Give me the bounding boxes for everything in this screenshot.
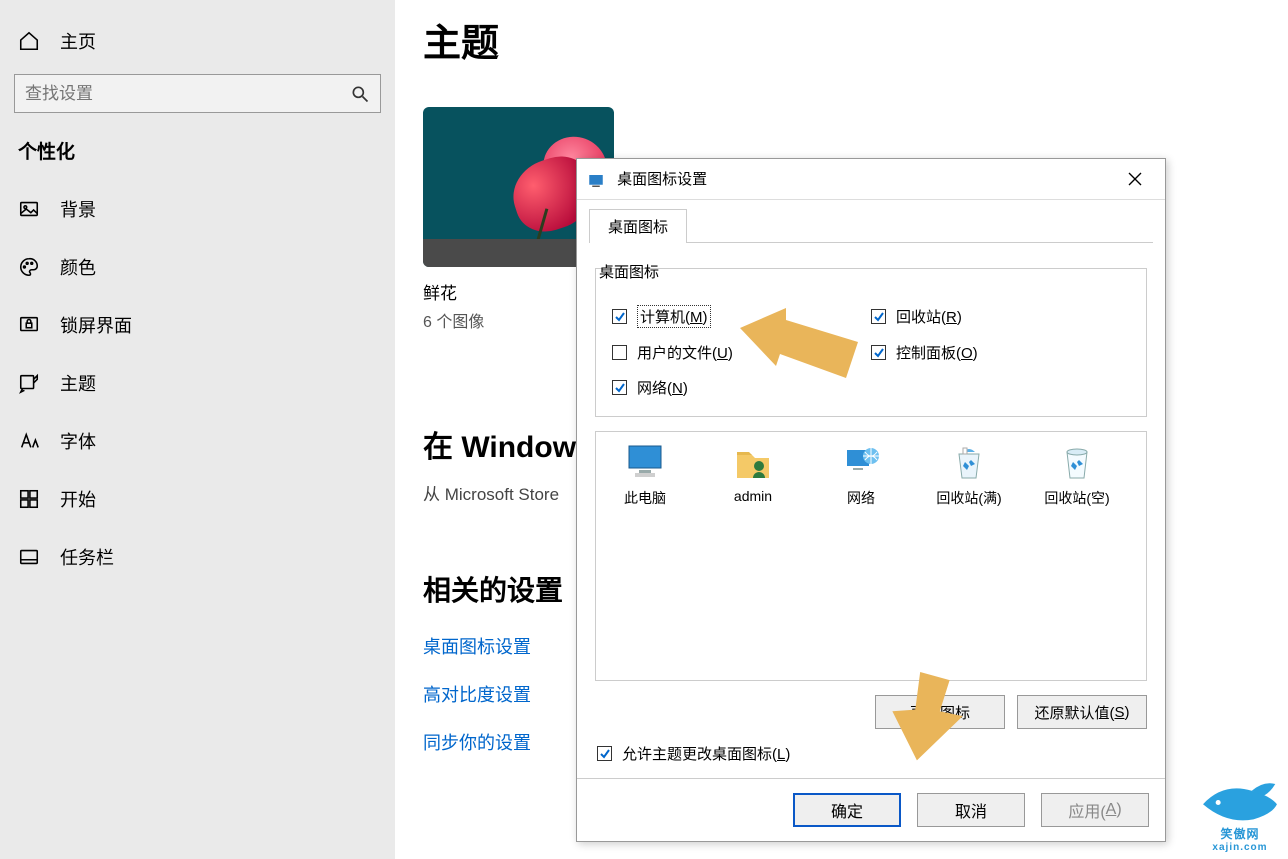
sidebar-item-start[interactable]: 开始 <box>0 470 395 528</box>
dialog-icon <box>587 172 605 190</box>
checkbox-icon <box>871 309 886 324</box>
sidebar-item-lockscreen[interactable]: 锁屏界面 <box>0 296 395 354</box>
recycle-bin-full-icon <box>949 444 989 482</box>
section-title: 个性化 <box>0 133 395 180</box>
icon-preview-grid: 此电脑 admin 网络 回收站(满) 回收站(空) <box>595 431 1147 681</box>
desktop-icons-checkgroup: 计算机(M) 回收站(R) 用户的文件(U) 控制面板(O) 网络(N) <box>595 268 1147 417</box>
icon-network[interactable]: 网络 <box>824 444 898 508</box>
search-box[interactable] <box>14 74 381 113</box>
check-control-panel[interactable]: 控制面板(O) <box>871 342 1130 363</box>
sidebar-item-taskbar[interactable]: 任务栏 <box>0 528 395 586</box>
palette-icon <box>18 256 40 278</box>
page-title: 主题 <box>423 12 1253 67</box>
check-recycle-bin[interactable]: 回收站(R) <box>871 305 1130 328</box>
sidebar-item-themes[interactable]: 主题 <box>0 354 395 412</box>
icon-label: 回收站(满) <box>936 488 1001 508</box>
sidebar-item-fonts[interactable]: 字体 <box>0 412 395 470</box>
watermark-url: xajin.com <box>1212 842 1267 853</box>
watermark-brand: 笑傲网 <box>1220 825 1259 842</box>
icon-user-folder[interactable]: admin <box>716 444 790 504</box>
checkbox-icon <box>871 345 886 360</box>
search-container <box>14 74 381 113</box>
check-label: 回收站( <box>896 309 946 326</box>
dialog-footer: 确定 取消 应用(A) <box>577 778 1165 841</box>
icon-recycle-full[interactable]: 回收站(满) <box>932 444 1006 508</box>
picture-icon <box>18 198 40 220</box>
icon-label: admin <box>734 488 772 504</box>
watermark-icon <box>1198 779 1282 825</box>
dialog-titlebar[interactable]: 桌面图标设置 <box>577 159 1165 200</box>
computer-icon <box>625 444 665 482</box>
annotation-arrow-down <box>870 672 990 767</box>
checkbox-icon <box>612 309 627 324</box>
dialog-tabs: 桌面图标 <box>589 208 1153 243</box>
check-label: 计算机( <box>640 309 690 326</box>
check-label: 网络( <box>637 380 672 397</box>
user-folder-icon <box>733 444 773 482</box>
taskbar-icon <box>18 546 40 568</box>
search-input[interactable] <box>25 84 350 104</box>
dialog-title-text: 桌面图标设置 <box>617 171 707 188</box>
tab-desktop-icons[interactable]: 桌面图标 <box>589 209 687 243</box>
checkbox-icon <box>612 380 627 395</box>
icon-recycle-empty[interactable]: 回收站(空) <box>1040 444 1114 508</box>
checkbox-icon <box>597 746 612 761</box>
theme-icon <box>18 372 40 394</box>
network-icon <box>841 444 881 482</box>
sidebar-item-label: 任务栏 <box>60 544 114 570</box>
check-label: 允许主题更改桌面图标( <box>622 746 777 763</box>
sidebar-home[interactable]: 主页 <box>0 18 395 64</box>
sidebar-item-label: 开始 <box>60 486 96 512</box>
font-icon <box>18 430 40 452</box>
icon-label: 网络 <box>847 488 875 508</box>
annotation-arrow-left <box>740 300 860 395</box>
checkbox-icon <box>612 345 627 360</box>
check-label: 用户的文件( <box>637 345 717 362</box>
sidebar-item-label: 背景 <box>60 196 96 222</box>
ok-button[interactable]: 确定 <box>793 793 901 827</box>
restore-defaults-button[interactable]: 还原默认值(S) <box>1017 695 1147 729</box>
sidebar-item-label: 主题 <box>60 370 96 396</box>
check-label: 控制面板( <box>896 345 961 362</box>
recycle-bin-empty-icon <box>1057 444 1097 482</box>
icon-label: 回收站(空) <box>1044 488 1109 508</box>
sidebar-item-label: 颜色 <box>60 254 96 280</box>
apply-button[interactable]: 应用(A) <box>1041 793 1149 827</box>
watermark: 笑傲网 xajin.com <box>1198 779 1282 853</box>
sidebar-item-background[interactable]: 背景 <box>0 180 395 238</box>
search-icon <box>350 84 370 104</box>
start-icon <box>18 488 40 510</box>
sidebar-item-colors[interactable]: 颜色 <box>0 238 395 296</box>
sidebar: 主页 个性化 背景 颜色 锁屏界面 主题 字体 开始 任务栏 <box>0 0 395 859</box>
close-button[interactable] <box>1115 165 1155 193</box>
home-label: 主页 <box>60 28 96 54</box>
home-icon <box>18 30 40 52</box>
cancel-button[interactable]: 取消 <box>917 793 1025 827</box>
sidebar-item-label: 锁屏界面 <box>60 312 132 338</box>
icon-this-pc[interactable]: 此电脑 <box>608 444 682 508</box>
lockscreen-icon <box>18 314 40 336</box>
icon-label: 此电脑 <box>624 488 666 508</box>
sidebar-item-label: 字体 <box>60 428 96 454</box>
